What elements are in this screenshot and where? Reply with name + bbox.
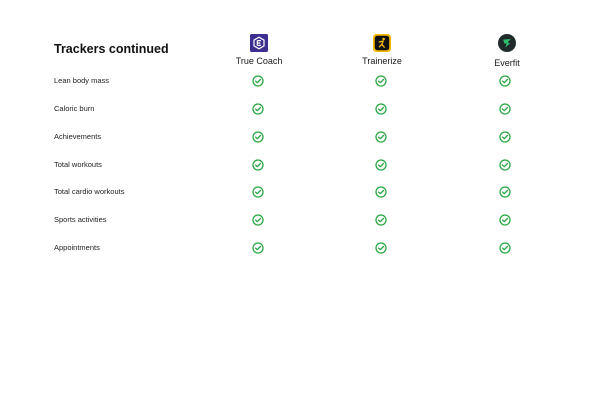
table-row: Total workouts (0, 159, 600, 176)
app-header-everfit: Everfit (447, 34, 567, 68)
feature-label: Achievements (54, 132, 102, 141)
check-circle-icon (499, 75, 511, 87)
table-row: Achievements (0, 131, 600, 148)
check-circle-icon (252, 131, 264, 143)
check-circle-icon (375, 214, 387, 226)
check-circle-icon (252, 214, 264, 226)
table-row: Caloric burn (0, 103, 600, 120)
page-title: Trackers continued (54, 42, 169, 56)
app-name-trainerize: Trainerize (362, 56, 402, 66)
check-circle-icon (252, 159, 264, 171)
truecoach-logo-icon (250, 34, 268, 52)
trainerize-logo-icon (373, 34, 391, 52)
check-circle-icon (375, 103, 387, 115)
app-header-trainerize: Trainerize (322, 34, 442, 66)
check-circle-icon (499, 214, 511, 226)
table-row: Lean body mass (0, 75, 600, 92)
table-row: Total cardio workouts (0, 186, 600, 203)
check-circle-icon (252, 103, 264, 115)
table-row: Appointments (0, 242, 600, 259)
check-circle-icon (375, 131, 387, 143)
feature-label: Total cardio workouts (54, 187, 125, 196)
check-circle-icon (252, 186, 264, 198)
check-circle-icon (499, 131, 511, 143)
check-circle-icon (375, 242, 387, 254)
check-circle-icon (375, 186, 387, 198)
feature-label: Sports activities (54, 215, 107, 224)
check-circle-icon (375, 159, 387, 171)
table-row: Sports activities (0, 214, 600, 231)
check-circle-icon (375, 75, 387, 87)
everfit-logo-icon (498, 34, 516, 52)
check-circle-icon (499, 159, 511, 171)
app-name-everfit: Everfit (494, 58, 520, 68)
feature-label: Total workouts (54, 160, 102, 169)
app-name-truecoach: True Coach (235, 56, 283, 66)
check-circle-icon (252, 242, 264, 254)
check-circle-icon (499, 103, 511, 115)
app-header-truecoach: True Coach (199, 34, 319, 66)
feature-label: Appointments (54, 243, 100, 252)
check-circle-icon (499, 242, 511, 254)
feature-label: Lean body mass (54, 76, 110, 85)
check-circle-icon (252, 75, 264, 87)
check-circle-icon (499, 186, 511, 198)
feature-label: Caloric burn (54, 104, 95, 113)
